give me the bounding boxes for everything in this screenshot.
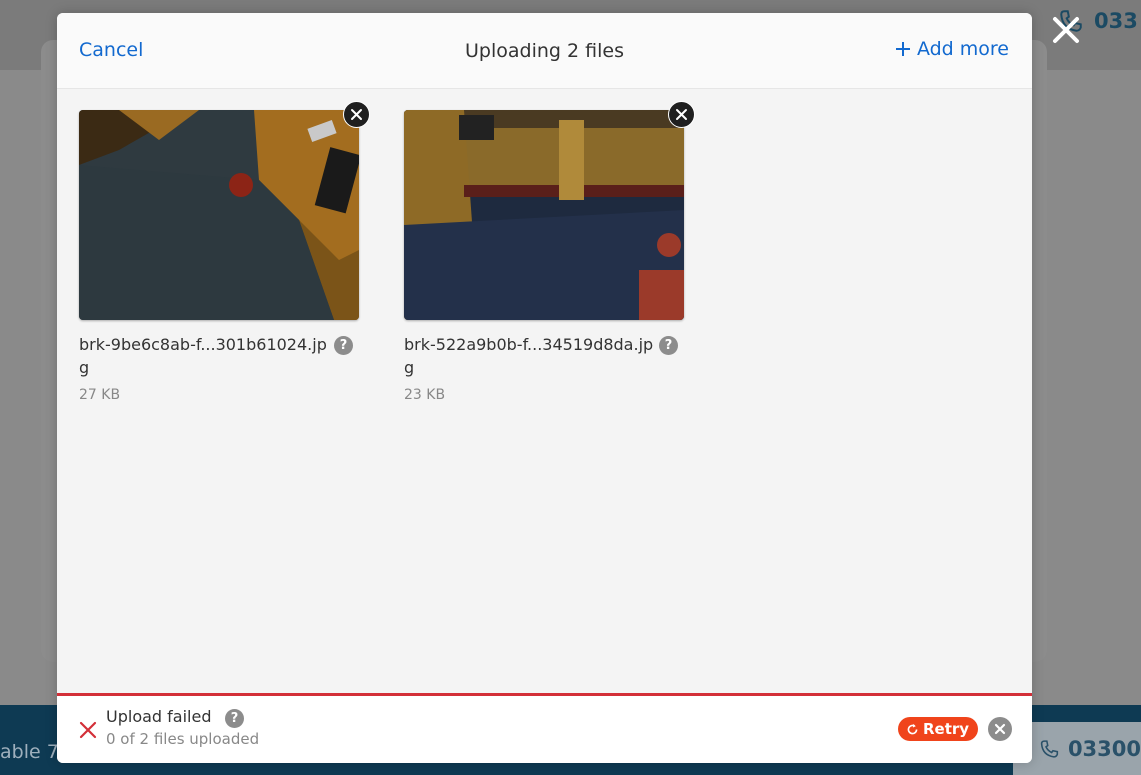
close-icon bbox=[994, 723, 1006, 735]
upload-dialog: Cancel Uploading 2 files Add more brk-9b… bbox=[57, 13, 1032, 763]
refresh-icon bbox=[907, 723, 918, 734]
close-icon bbox=[351, 109, 362, 120]
question-icon[interactable]: ? bbox=[659, 336, 678, 355]
dialog-title: Uploading 2 files bbox=[465, 40, 624, 62]
remove-file-button[interactable] bbox=[343, 101, 370, 128]
retry-label: Retry bbox=[923, 720, 970, 738]
file-thumbnail bbox=[404, 110, 684, 320]
close-icon bbox=[1053, 17, 1079, 43]
dismiss-status-button[interactable] bbox=[988, 717, 1012, 741]
background-phone-bottom: 03300 bbox=[1013, 722, 1141, 775]
file-item: brk-9be6c8ab-f...301b61024.jpg ? 27 KB bbox=[79, 101, 370, 403]
close-icon bbox=[676, 109, 687, 120]
file-size: 27 KB bbox=[79, 387, 121, 403]
plus-icon bbox=[895, 42, 910, 56]
dialog-header: Cancel Uploading 2 files Add more bbox=[57, 13, 1032, 89]
phone-icon bbox=[1040, 739, 1059, 758]
x-icon bbox=[79, 721, 97, 739]
file-size: 23 KB bbox=[404, 387, 446, 403]
phone-number: 03300 bbox=[1067, 736, 1141, 761]
remove-file-button[interactable] bbox=[668, 101, 695, 128]
background-footer-text: able 7 bbox=[0, 741, 59, 763]
retry-button[interactable]: Retry bbox=[898, 717, 979, 741]
add-more-label: Add more bbox=[916, 38, 1009, 60]
status-title: Upload failed bbox=[106, 707, 212, 726]
file-name: brk-9be6c8ab-f...301b61024.jpg bbox=[79, 335, 327, 377]
question-icon[interactable]: ? bbox=[225, 709, 244, 728]
upload-status-bar: Upload failed ? 0 of 2 files uploaded Re… bbox=[57, 693, 1032, 763]
close-modal-button[interactable] bbox=[1050, 14, 1082, 46]
file-name: brk-522a9b0b-f...34519d8da.jpg bbox=[404, 335, 654, 377]
status-subtitle: 0 of 2 files uploaded bbox=[106, 730, 260, 748]
file-thumbnail bbox=[79, 110, 359, 320]
file-item: brk-522a9b0b-f...34519d8da.jpg ? 23 KB bbox=[404, 101, 695, 403]
add-more-button[interactable]: Add more bbox=[895, 38, 1009, 60]
phone-number: 033 bbox=[1094, 9, 1138, 33]
question-icon[interactable]: ? bbox=[334, 336, 353, 355]
